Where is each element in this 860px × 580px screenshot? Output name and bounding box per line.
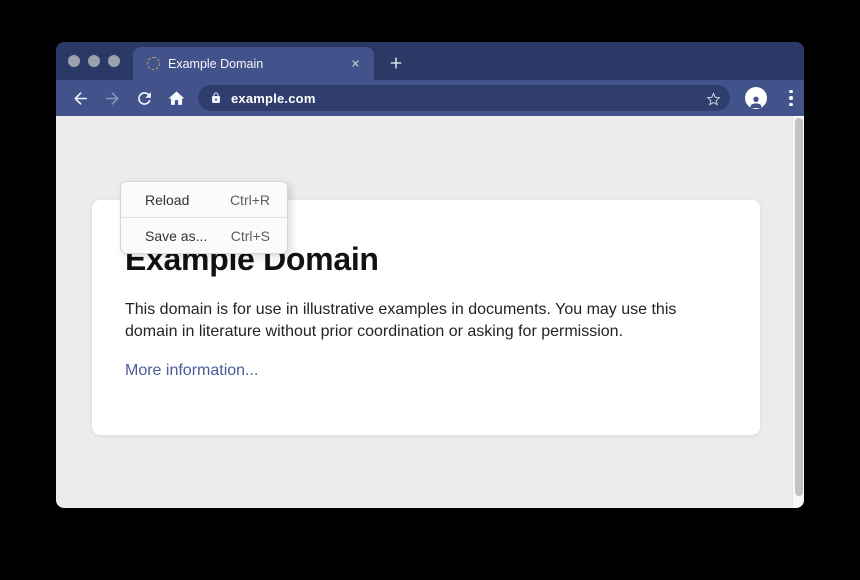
- window-close-button[interactable]: [68, 55, 80, 67]
- back-button[interactable]: [64, 84, 96, 112]
- url-text[interactable]: example.com: [231, 91, 705, 106]
- browser-menu-button[interactable]: [781, 90, 801, 107]
- forward-arrow-icon: [103, 89, 122, 108]
- menu-item-save-as[interactable]: Save as... Ctrl+S: [121, 218, 287, 253]
- titlebar: Example Domain: [56, 42, 804, 80]
- reload-button[interactable]: [128, 84, 160, 112]
- window-controls: [68, 55, 120, 67]
- window-minimize-button[interactable]: [88, 55, 100, 67]
- favicon-globe-icon: [147, 57, 160, 70]
- reload-icon: [135, 89, 154, 108]
- window-zoom-button[interactable]: [108, 55, 120, 67]
- person-icon: [748, 94, 764, 109]
- profile-avatar[interactable]: [745, 87, 767, 109]
- context-menu: Reload Ctrl+R Save as... Ctrl+S: [120, 181, 288, 254]
- browser-tab[interactable]: Example Domain: [133, 47, 374, 80]
- lock-icon: [210, 92, 222, 104]
- more-information-link[interactable]: More information...: [125, 362, 258, 380]
- new-tab-button[interactable]: [386, 53, 406, 73]
- menu-item-shortcut: Ctrl+S: [231, 228, 270, 244]
- tab-close-icon[interactable]: [346, 55, 364, 73]
- address-bar[interactable]: example.com: [198, 85, 730, 111]
- menu-item-reload[interactable]: Reload Ctrl+R: [121, 182, 287, 217]
- toolbar: example.com: [56, 80, 804, 116]
- page-body-text: This domain is for use in illustrative e…: [125, 299, 717, 342]
- bookmark-star-icon[interactable]: [705, 90, 722, 107]
- desktop-background: Example Domain: [0, 0, 860, 580]
- scrollbar[interactable]: [792, 116, 804, 508]
- forward-button[interactable]: [96, 84, 128, 112]
- menu-item-label: Save as...: [145, 228, 207, 244]
- menu-item-shortcut: Ctrl+R: [230, 192, 270, 208]
- home-button[interactable]: [160, 84, 192, 112]
- tab-title: Example Domain: [168, 57, 346, 71]
- back-arrow-icon: [71, 89, 90, 108]
- scrollbar-thumb[interactable]: [795, 118, 803, 496]
- menu-item-label: Reload: [145, 192, 189, 208]
- browser-window: Example Domain: [56, 42, 804, 508]
- home-icon: [167, 89, 186, 108]
- page-content: Example Domain This domain is for use in…: [56, 116, 804, 508]
